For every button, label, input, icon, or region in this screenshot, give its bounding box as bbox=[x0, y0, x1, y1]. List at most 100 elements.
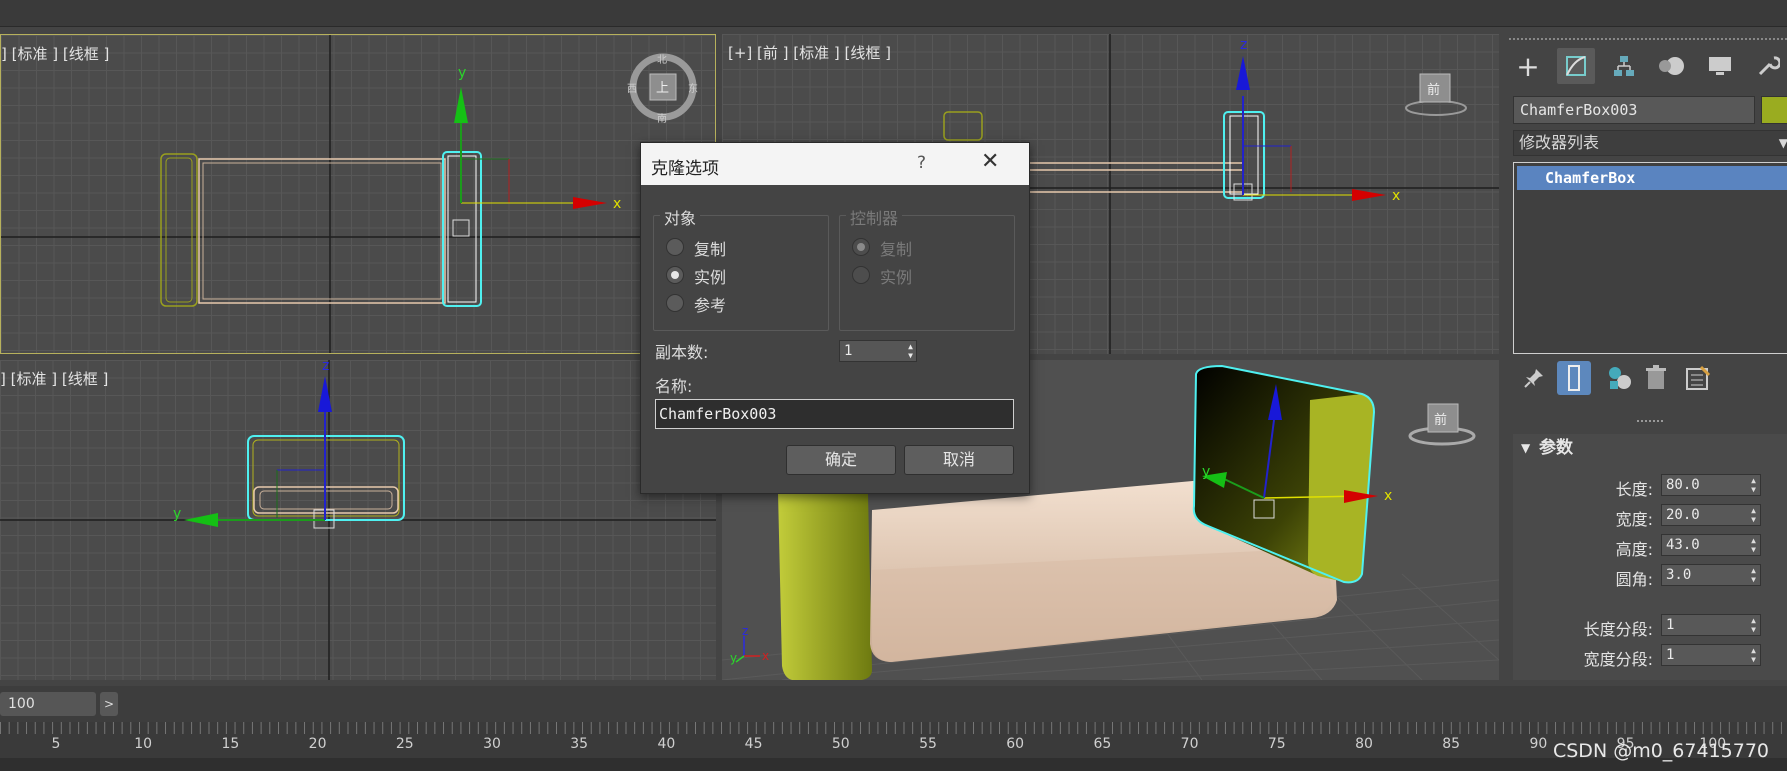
next-frame-button[interactable]: > bbox=[100, 692, 118, 716]
collapse-triangle-icon: ▼ bbox=[1521, 441, 1531, 455]
object-group: 对象 复制 实例 参考 bbox=[653, 205, 829, 331]
track-bar[interactable]: 5 10 15 20 25 30 35 40 45 50 55 60 65 70 75 80 85 90 95 100 bbox=[0, 722, 1787, 758]
viewcube-top-face: 上 bbox=[656, 81, 670, 96]
param-height-field[interactable]: 43.0 ▲ ▼ bbox=[1661, 534, 1761, 556]
timeline-tick-label: 80 bbox=[1355, 736, 1373, 752]
copies-label: 副本数: bbox=[655, 343, 709, 362]
timeline-tick-label: 20 bbox=[308, 736, 327, 752]
cancel-button[interactable]: 取消 bbox=[904, 445, 1014, 475]
ok-button[interactable]: 确定 bbox=[786, 445, 896, 475]
timeline-tick-label: 35 bbox=[570, 736, 589, 752]
modifier-list-dropdown[interactable]: 修改器列表 ▼ bbox=[1513, 130, 1787, 156]
create-tab-icon[interactable]: + bbox=[1509, 48, 1547, 84]
timeline-tick-label: 15 bbox=[221, 736, 240, 752]
object-color-swatch[interactable] bbox=[1761, 96, 1787, 124]
make-unique-icon[interactable] bbox=[1603, 361, 1637, 395]
configure-modifier-sets-icon[interactable] bbox=[1681, 361, 1715, 395]
param-label: 长度: bbox=[1615, 480, 1653, 499]
help-icon[interactable]: ? bbox=[917, 153, 926, 173]
utilities-tab-icon[interactable] bbox=[1749, 48, 1787, 84]
viewcube-top[interactable]: 上 北 南 西 东 bbox=[627, 52, 698, 125]
spinner-icon: ▲ ▼ bbox=[1751, 536, 1756, 554]
timeline-tick-label: 75 bbox=[1267, 736, 1286, 752]
spinner-icon: ▲ ▼ bbox=[1751, 646, 1756, 664]
display-tab-icon[interactable] bbox=[1701, 48, 1739, 84]
viewport-top[interactable]: ] [标准 ] [线框 ] x y 上 北 南 西 东 bbox=[0, 34, 716, 354]
viewcube-north: 北 bbox=[657, 55, 667, 66]
spinner-icon: ▲ ▼ bbox=[1751, 476, 1756, 494]
param-fillet-field[interactable]: 3.0 ▲ ▼ bbox=[1661, 564, 1761, 586]
timeline-tick-label: 50 bbox=[831, 736, 850, 752]
left-y-axis-label: y bbox=[173, 506, 181, 522]
viewcube-south: 南 bbox=[657, 114, 667, 125]
clone-name-input[interactable]: ChamferBox003 bbox=[655, 399, 1014, 429]
main-toolbar bbox=[0, 0, 1787, 27]
left-z-axis-label: z bbox=[322, 360, 329, 374]
spinner-icon: ▲ ▼ bbox=[1751, 616, 1756, 634]
viewcube-front[interactable]: 前 bbox=[1404, 70, 1468, 120]
spinner-icon: ▲ ▼ bbox=[1751, 566, 1756, 584]
radio-dot bbox=[852, 266, 870, 284]
modifier-stack-item[interactable]: ChamferBox bbox=[1517, 166, 1787, 190]
radio-dot bbox=[852, 238, 870, 256]
panel-grip[interactable] bbox=[1509, 38, 1787, 44]
param-length: 长度: 80.0 ▲ ▼ bbox=[1513, 474, 1787, 499]
dialog-title: 克隆选项 bbox=[651, 159, 719, 179]
param-length-segs-field[interactable]: 1 ▲ ▼ bbox=[1661, 614, 1761, 636]
param-width: 宽度: 20.0 ▲ ▼ bbox=[1513, 504, 1787, 529]
close-icon[interactable]: ✕ bbox=[981, 149, 999, 174]
timeline-tick-label: 60 bbox=[1006, 736, 1025, 752]
parameters-rollout-header[interactable]: ▼ 参数 bbox=[1513, 434, 1787, 462]
spinner-icon: ▲ ▼ bbox=[908, 342, 913, 360]
viewport-left[interactable]: ] [标准 ] [线框 ] y z bbox=[0, 360, 716, 680]
rollout-grip bbox=[1637, 420, 1663, 422]
modify-tab-icon[interactable] bbox=[1557, 48, 1595, 84]
timeline-tick-label: 10 bbox=[134, 736, 153, 752]
viewcube-front-face: 前 bbox=[1427, 83, 1441, 98]
copies-spinner[interactable]: 1 ▲ ▼ bbox=[839, 340, 917, 362]
viewcube-perspective[interactable]: 前 bbox=[1408, 398, 1476, 448]
dialog-titlebar[interactable]: 克隆选项 ? ✕ bbox=[641, 143, 1029, 185]
timeline-tick-label: 40 bbox=[657, 736, 676, 752]
radio-dot bbox=[666, 238, 684, 256]
modifier-list-label: 修改器列表 bbox=[1519, 133, 1600, 152]
timeline-tick-label: 30 bbox=[483, 736, 501, 752]
tripod-x-label: x bbox=[762, 649, 769, 663]
viewcube-persp-face: 前 bbox=[1434, 413, 1448, 428]
param-width-segs: 宽度分段: 1 ▲ ▼ bbox=[1513, 644, 1787, 669]
hierarchy-tab-icon[interactable] bbox=[1605, 48, 1643, 84]
motion-tab-icon[interactable] bbox=[1653, 48, 1691, 84]
viewport-left-scene: y z bbox=[0, 360, 716, 680]
timeline-tick-label: 90 bbox=[1529, 736, 1548, 752]
param-width-field[interactable]: 20.0 ▲ ▼ bbox=[1661, 504, 1761, 526]
timeline-tick-label: 25 bbox=[395, 736, 414, 752]
clone-options-dialog: 克隆选项 ? ✕ 对象 复制 实例 参考 控制器 复制 实例 副本数: 1 ▲ ▼ … bbox=[640, 142, 1030, 494]
param-length-segs: 长度分段: 1 ▲ ▼ bbox=[1513, 614, 1787, 639]
pin-stack-icon[interactable] bbox=[1517, 361, 1551, 395]
param-length-field[interactable]: 80.0 ▲ ▼ bbox=[1661, 474, 1761, 496]
command-panel: + ChamferBox003 修改器列表 ▼ ChamferBox ▼ 参数 … bbox=[1505, 34, 1787, 680]
timeline-tick-label: 85 bbox=[1442, 736, 1461, 752]
tripod-y-label: y bbox=[730, 651, 737, 665]
modifier-stack[interactable]: ChamferBox bbox=[1513, 162, 1787, 354]
tripod-z-label: z bbox=[742, 624, 748, 638]
name-label: 名称: bbox=[655, 377, 693, 396]
frame-counter[interactable]: 100 bbox=[0, 692, 96, 716]
persp-x-axis-label: x bbox=[1384, 488, 1392, 504]
param-height: 高度: 43.0 ▲ ▼ bbox=[1513, 534, 1787, 559]
param-label: 长度分段: bbox=[1583, 620, 1653, 639]
object-name-field[interactable]: ChamferBox003 bbox=[1513, 96, 1755, 124]
status-bar bbox=[0, 758, 1787, 771]
object-group-title: 对象 bbox=[660, 205, 701, 229]
param-width-segs-field[interactable]: 1 ▲ ▼ bbox=[1661, 644, 1761, 666]
param-label: 圆角: bbox=[1615, 570, 1653, 589]
show-end-result-icon[interactable] bbox=[1557, 361, 1591, 395]
radio-dot bbox=[666, 266, 684, 284]
time-slider-bar: 100 > bbox=[0, 686, 1787, 722]
timeline-tick-label: 70 bbox=[1180, 736, 1199, 752]
timeline-tick-label: 5 bbox=[51, 736, 61, 752]
remove-modifier-icon[interactable] bbox=[1639, 361, 1673, 395]
controller-group-title: 控制器 bbox=[846, 205, 903, 229]
timeline-tick-label: 45 bbox=[744, 736, 763, 752]
controller-group: 控制器 复制 实例 bbox=[839, 205, 1015, 331]
